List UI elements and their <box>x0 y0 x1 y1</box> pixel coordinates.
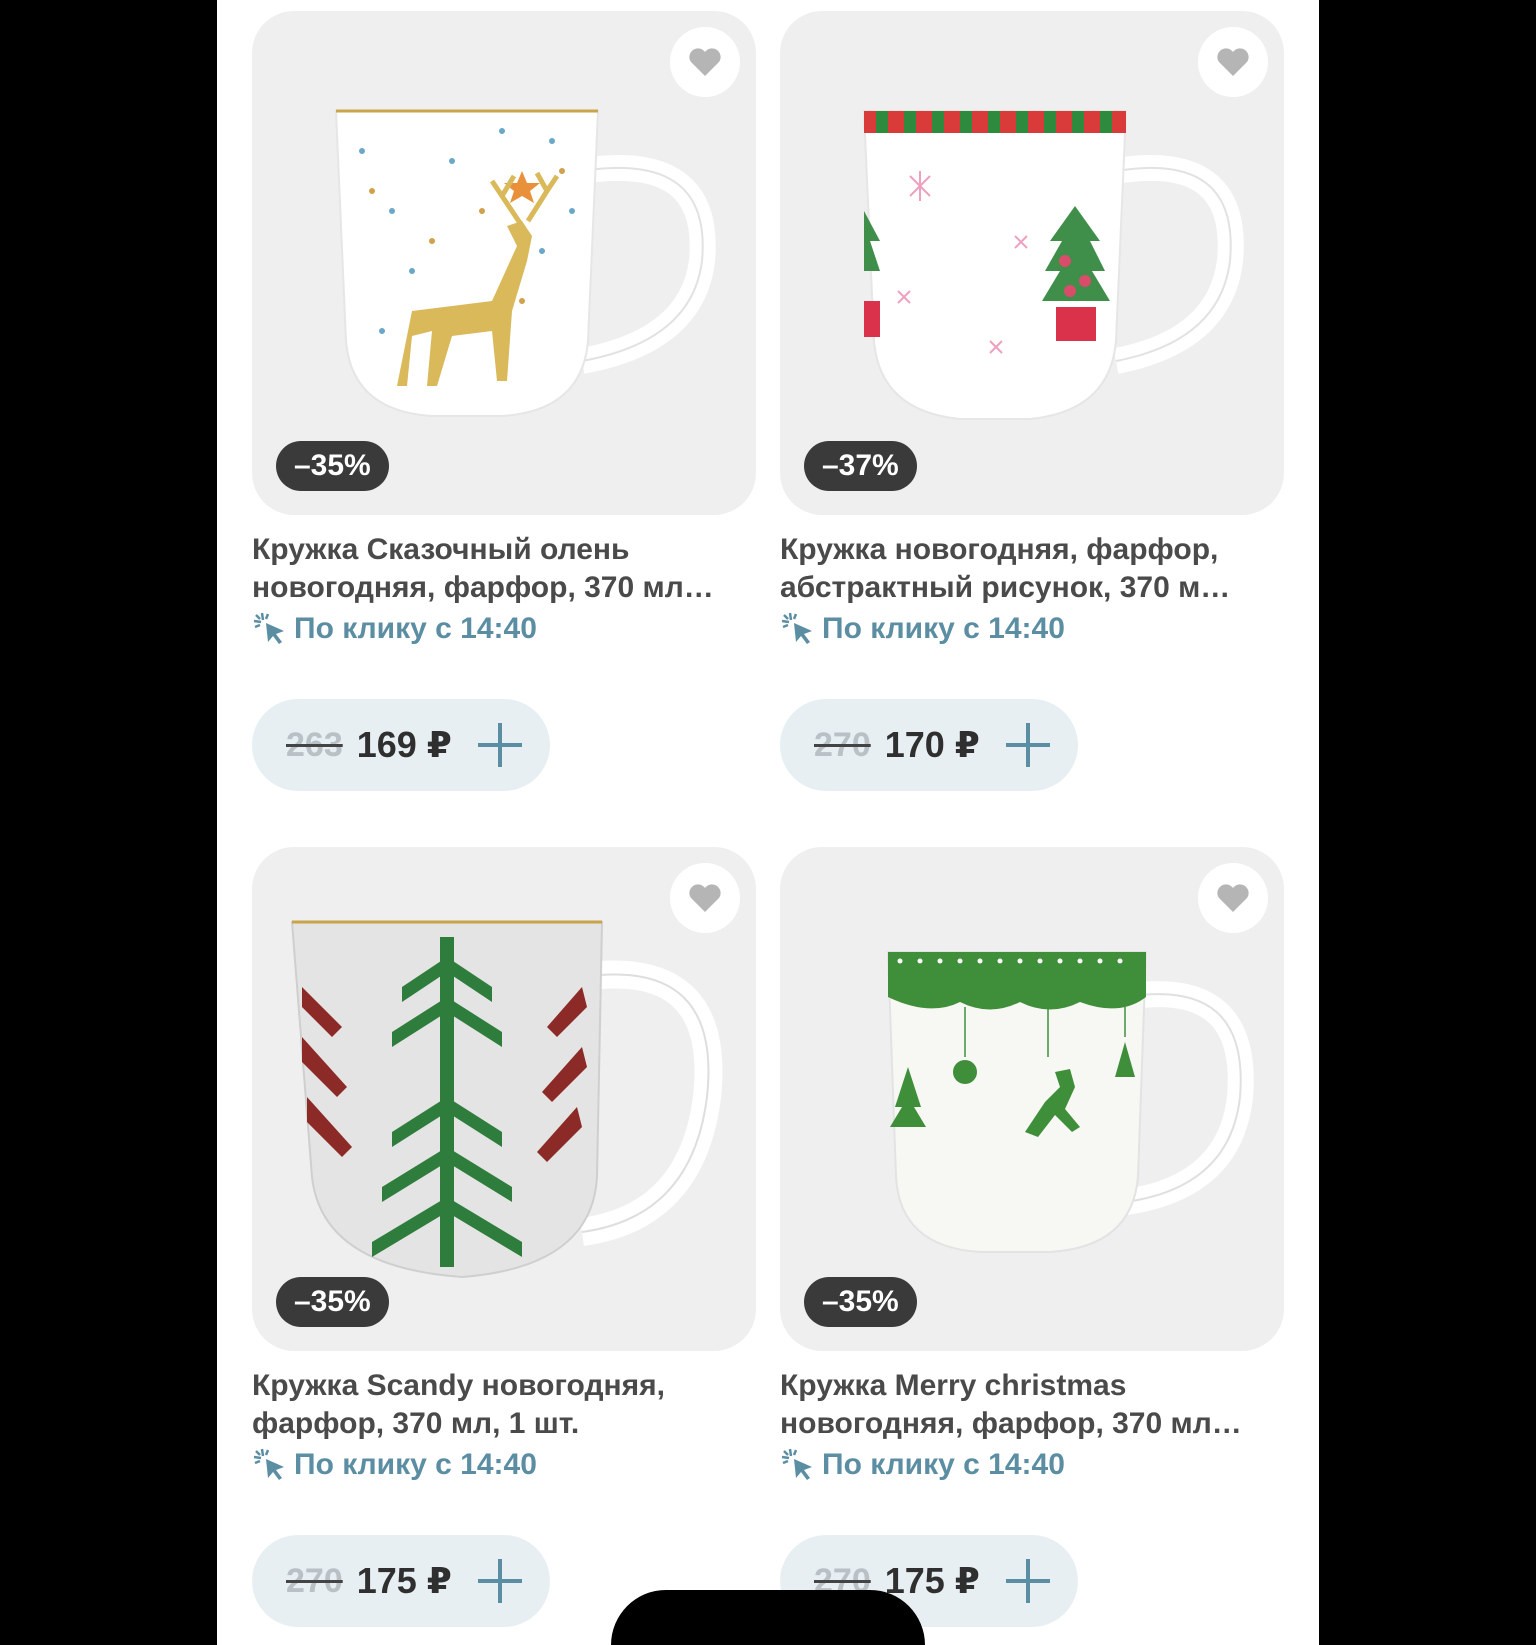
product-title[interactable]: Кружка новогодняя, фарфор, абстрактный р… <box>780 531 1284 607</box>
price-add-button[interactable]: 270 170 ₽ <box>780 699 1078 791</box>
product-card[interactable]: –37% Кружка новогодняя, фарфор, абстракт… <box>780 11 1284 791</box>
favorite-button[interactable] <box>1198 27 1268 97</box>
product-image[interactable]: –37% <box>780 11 1284 515</box>
click-sparkle-icon <box>253 1448 284 1480</box>
new-price: 175 ₽ <box>356 1560 452 1601</box>
delivery-info: По клику с 14:40 <box>252 609 756 649</box>
product-card[interactable]: –35% Кружка Scandy новогодняя, фарфор, 3… <box>252 847 756 1627</box>
old-price: 270 <box>286 1561 343 1600</box>
discount-badge: –35% <box>276 1277 389 1327</box>
favorite-button[interactable] <box>670 27 740 97</box>
new-price: 170 ₽ <box>884 724 980 765</box>
favorite-button[interactable] <box>670 863 740 933</box>
product-card[interactable]: –35% Кружка Сказочный олень новогодняя, … <box>252 11 756 791</box>
discount-badge: –37% <box>804 441 917 491</box>
product-image[interactable]: –35% <box>780 847 1284 1351</box>
product-title[interactable]: Кружка Сказочный олень новогодняя, фарфо… <box>252 531 756 607</box>
favorite-button[interactable] <box>1198 863 1268 933</box>
delivery-text: По клику с 14:40 <box>822 1448 1065 1481</box>
discount-badge: –35% <box>276 441 389 491</box>
plus-icon <box>477 1559 522 1603</box>
new-price: 169 ₽ <box>356 724 452 765</box>
product-grid-screen: –35% Кружка Сказочный олень новогодняя, … <box>217 0 1319 1645</box>
delivery-text: По клику с 14:40 <box>822 612 1065 645</box>
product-image[interactable]: –35% <box>252 11 756 515</box>
click-sparkle-icon <box>781 1448 812 1480</box>
heart-icon <box>1217 884 1249 912</box>
plus-icon <box>1005 723 1050 767</box>
delivery-text: По клику с 14:40 <box>294 1448 537 1481</box>
new-price: 175 ₽ <box>884 1560 980 1601</box>
click-sparkle-icon <box>253 612 284 644</box>
heart-icon <box>689 48 721 76</box>
delivery-info: По клику с 14:40 <box>780 1445 1284 1485</box>
delivery-text: По клику с 14:40 <box>294 612 537 645</box>
price-add-button[interactable]: 263 169 ₽ <box>252 699 550 791</box>
plus-icon <box>1005 1559 1050 1603</box>
old-price: 263 <box>286 725 343 764</box>
delivery-info: По клику с 14:40 <box>252 1445 756 1485</box>
floating-bottom-bar[interactable] <box>611 1590 925 1645</box>
price-add-button[interactable]: 270 175 ₽ <box>252 1535 550 1627</box>
product-card[interactable]: –35% Кружка Merry christmas новогодняя, … <box>780 847 1284 1627</box>
plus-icon <box>477 723 522 767</box>
delivery-info: По клику с 14:40 <box>780 609 1284 649</box>
product-image[interactable]: –35% <box>252 847 756 1351</box>
heart-icon <box>1217 48 1249 76</box>
heart-icon <box>689 884 721 912</box>
old-price: 270 <box>814 725 871 764</box>
product-title[interactable]: Кружка Scandy новогодняя, фарфор, 370 мл… <box>252 1367 756 1443</box>
product-title[interactable]: Кружка Merry christmas новогодняя, фарфо… <box>780 1367 1284 1443</box>
discount-badge: –35% <box>804 1277 917 1327</box>
click-sparkle-icon <box>781 612 812 644</box>
